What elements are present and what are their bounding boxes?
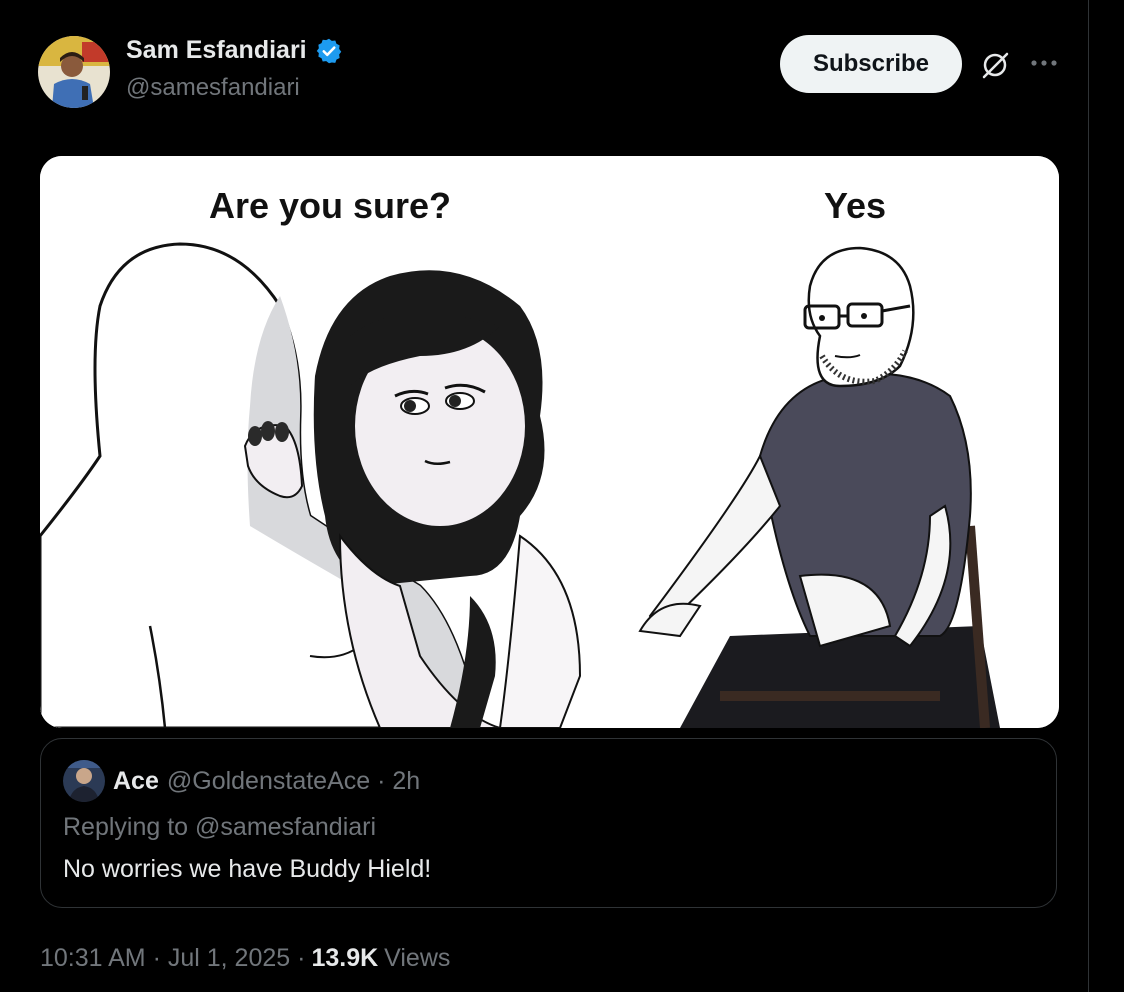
- tweet-time-date[interactable]: 10:31 AM · Jul 1, 2025 ·: [40, 944, 305, 973]
- quoted-display-name[interactable]: Ace: [113, 767, 159, 796]
- meme-illustration: Are you sure? Yes: [40, 156, 1059, 728]
- tweet-timestamp-row: 10:31 AM · Jul 1, 2025 · 13.9K Views: [40, 944, 450, 973]
- author-display-name[interactable]: Sam Esfandiari: [126, 36, 307, 65]
- subscribe-button[interactable]: Subscribe: [780, 35, 962, 93]
- tweet-media-image[interactable]: Are you sure? Yes: [40, 156, 1059, 728]
- quoted-handle-time: @GoldenstateAce · 2h: [166, 767, 421, 795]
- quoted-avatar-image: [63, 760, 105, 802]
- author-name-row[interactable]: Sam Esfandiari: [126, 36, 343, 65]
- author-handle[interactable]: @samesfandiari: [126, 74, 300, 102]
- quoted-tweet-text: No worries we have Buddy Hield!: [63, 855, 432, 883]
- author-avatar[interactable]: [38, 36, 110, 108]
- reply-prefix: Replying to: [63, 813, 189, 841]
- quoted-reply-context: Replying to @samesfandiari: [63, 813, 376, 842]
- meme-caption-right: Yes: [824, 185, 886, 226]
- verified-badge-icon: [316, 38, 341, 63]
- reply-mention-link[interactable]: @samesfandiari: [195, 813, 376, 841]
- views-count: 13.9K: [311, 944, 379, 972]
- timeline-divider: [1088, 0, 1089, 992]
- views-label: Views: [384, 944, 451, 972]
- quoted-tweet[interactable]: Ace @GoldenstateAce · 2h Replying to @sa…: [40, 738, 1057, 908]
- grok-icon[interactable]: [980, 50, 1010, 80]
- more-icon[interactable]: [1030, 56, 1058, 70]
- meme-caption-left: Are you sure?: [209, 185, 451, 226]
- quoted-avatar[interactable]: [63, 760, 105, 802]
- quoted-header: Ace @GoldenstateAce · 2h: [113, 767, 420, 796]
- avatar-image: [38, 36, 110, 108]
